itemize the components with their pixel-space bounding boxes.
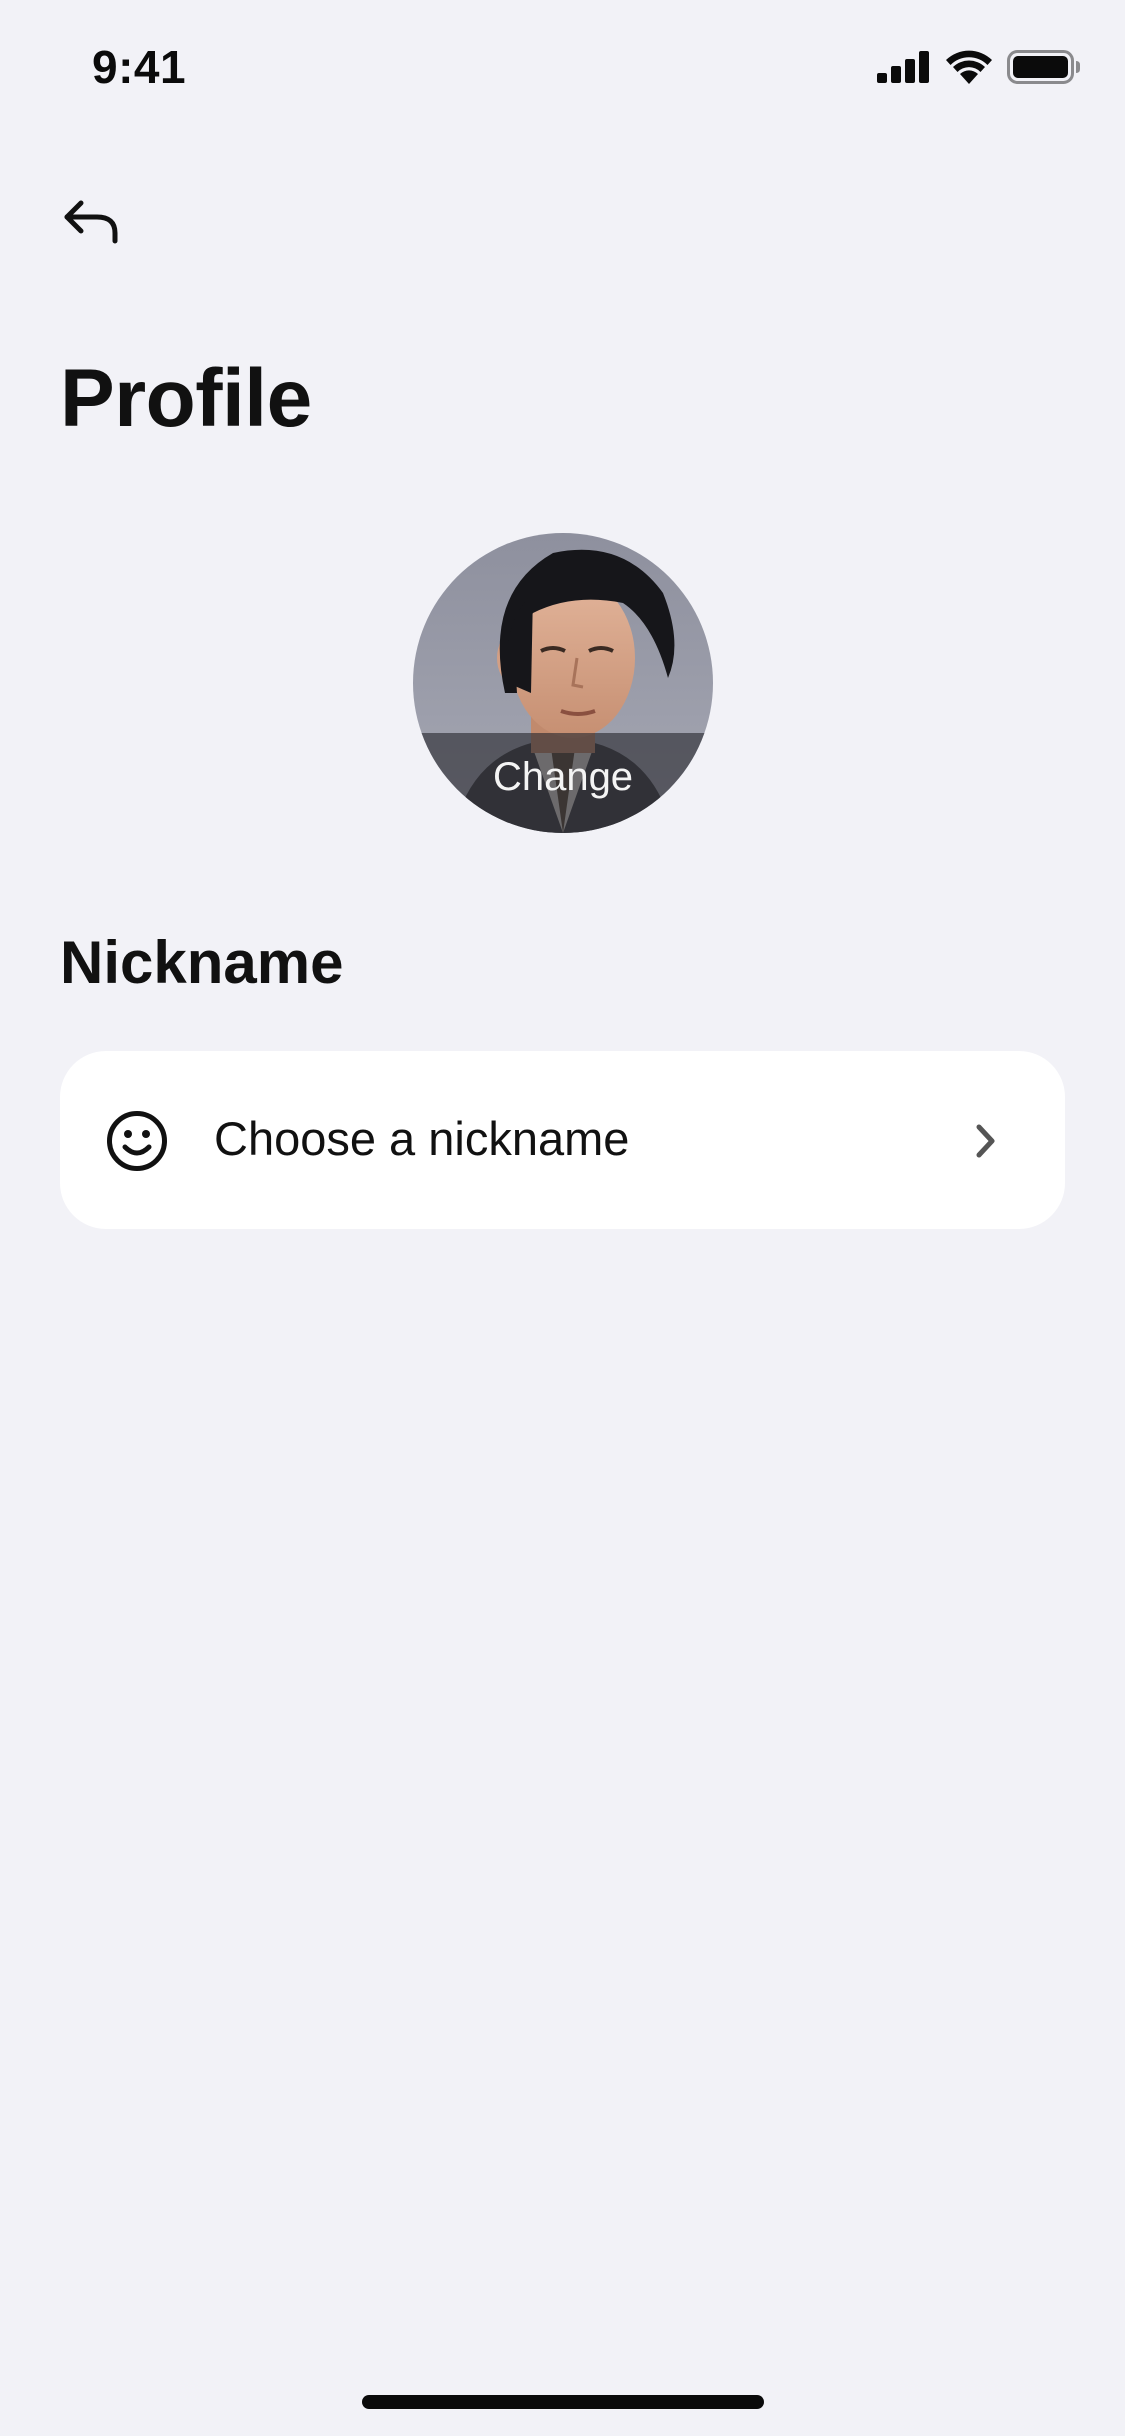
smiley-face-icon (107, 1111, 167, 1171)
wifi-icon (946, 50, 992, 84)
status-time: 9:41 (92, 41, 187, 93)
chevron-right-icon (976, 1124, 995, 1158)
back-button[interactable] (54, 186, 128, 260)
status-bar: 9:41 (0, 0, 1125, 132)
cellular-signal-icon (877, 51, 929, 83)
back-arrow-icon (64, 200, 118, 244)
battery-icon (1007, 50, 1080, 84)
page-title: Profile (60, 353, 312, 444)
choose-nickname-label: Choose a nickname (214, 1112, 630, 1165)
home-indicator (362, 2395, 764, 2409)
avatar-change-overlay[interactable]: Change (413, 733, 713, 833)
nickname-section-heading: Nickname (60, 929, 344, 996)
choose-nickname-row[interactable]: Choose a nickname (60, 1051, 1065, 1229)
avatar[interactable]: Change (413, 533, 713, 833)
avatar-change-label: Change (492, 755, 634, 799)
status-icons (877, 50, 1081, 84)
